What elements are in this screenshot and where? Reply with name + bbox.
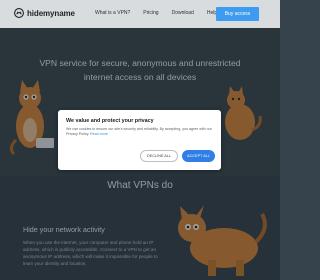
accept-all-button[interactable]: ACCEPT ALL bbox=[182, 150, 215, 162]
buy-access-button[interactable]: Buy access bbox=[216, 7, 259, 21]
logo[interactable]: hidemyname bbox=[14, 8, 75, 18]
logo-text: hidemyname bbox=[27, 8, 75, 18]
site-header: hidemyname What is a VPN? Pricing Downlo… bbox=[0, 0, 280, 28]
modal-title: We value and protect your privacy bbox=[66, 118, 154, 124]
privacy-modal: We value and protect your privacy We use… bbox=[58, 110, 221, 170]
nav-download[interactable]: Download bbox=[172, 10, 194, 16]
read-more-link[interactable]: Read more bbox=[90, 132, 108, 136]
nav-pricing[interactable]: Pricing bbox=[143, 10, 158, 16]
modal-text-body: We use cookies to ensure our site's secu… bbox=[66, 127, 212, 137]
nav-what-is-vpn[interactable]: What is a VPN? bbox=[95, 10, 130, 16]
main-nav: What is a VPN? Pricing Download Help bbox=[95, 10, 217, 16]
logo-icon bbox=[14, 8, 24, 18]
modal-text: We use cookies to ensure our site's secu… bbox=[66, 127, 216, 138]
page: hidemyname What is a VPN? Pricing Downlo… bbox=[0, 0, 280, 280]
decline-all-button[interactable]: DECLINE ALL bbox=[140, 150, 178, 162]
